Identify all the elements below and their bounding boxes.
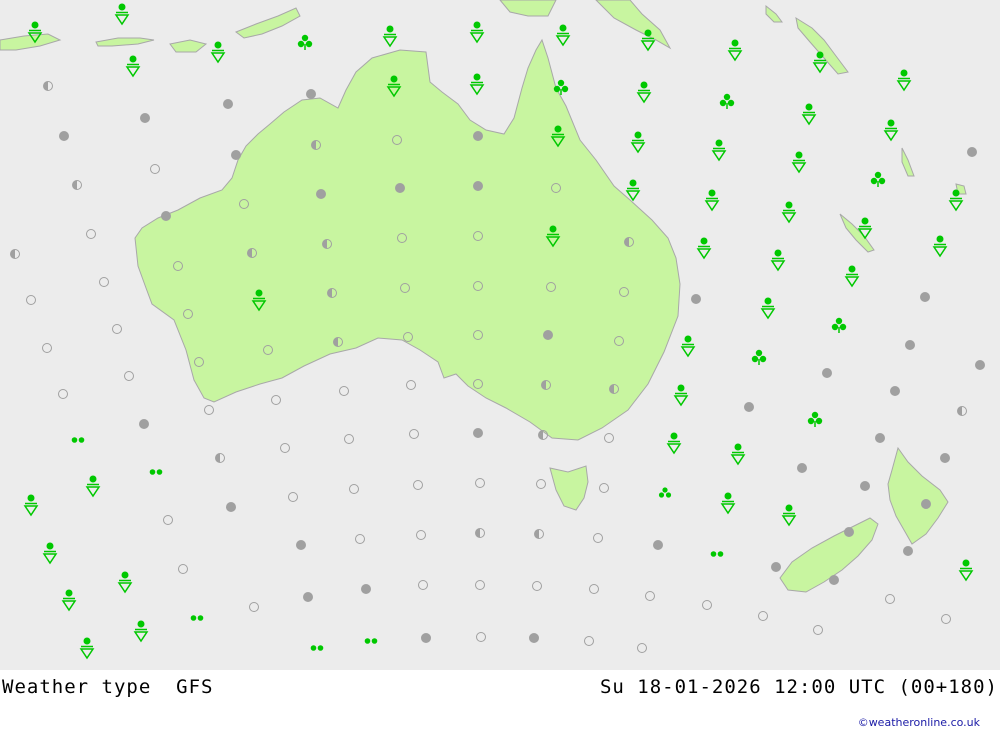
map-datetime: Su 18-01-2026 12:00 UTC (00+180) [599, 676, 998, 698]
overcast-icon [139, 419, 149, 429]
overcast-icon [903, 546, 913, 556]
overcast-icon [829, 575, 839, 585]
overcast-icon [421, 633, 431, 643]
overcast-icon [161, 211, 171, 221]
overcast-icon [797, 463, 807, 473]
overcast-icon [231, 150, 241, 160]
weather-map [0, 0, 1000, 670]
map-title: Weather type GFS [2, 676, 214, 698]
overcast-icon [543, 330, 553, 340]
overcast-icon [361, 584, 371, 594]
overcast-icon [473, 131, 483, 141]
overcast-icon [316, 189, 326, 199]
overcast-icon [860, 481, 870, 491]
overcast-icon [691, 294, 701, 304]
overcast-icon [306, 89, 316, 99]
overcast-icon [875, 433, 885, 443]
credit-link[interactable]: ©weatheronline.co.uk [858, 716, 980, 729]
overcast-icon [395, 183, 405, 193]
overcast-icon [967, 147, 977, 157]
overcast-icon [744, 402, 754, 412]
overcast-icon [59, 131, 69, 141]
overcast-icon [140, 113, 150, 123]
overcast-icon [303, 592, 313, 602]
overcast-icon [771, 562, 781, 572]
overcast-icon [223, 99, 233, 109]
overcast-icon [921, 499, 931, 509]
overcast-icon [890, 386, 900, 396]
overcast-icon [529, 633, 539, 643]
overcast-icon [296, 540, 306, 550]
overcast-icon [226, 502, 236, 512]
overcast-icon [844, 527, 854, 537]
overcast-icon [905, 340, 915, 350]
overcast-icon [975, 360, 985, 370]
overcast-icon [920, 292, 930, 302]
overcast-icon [822, 368, 832, 378]
overcast-icon [653, 540, 663, 550]
overcast-icon [940, 453, 950, 463]
overcast-icon [473, 428, 483, 438]
overcast-icon [473, 181, 483, 191]
